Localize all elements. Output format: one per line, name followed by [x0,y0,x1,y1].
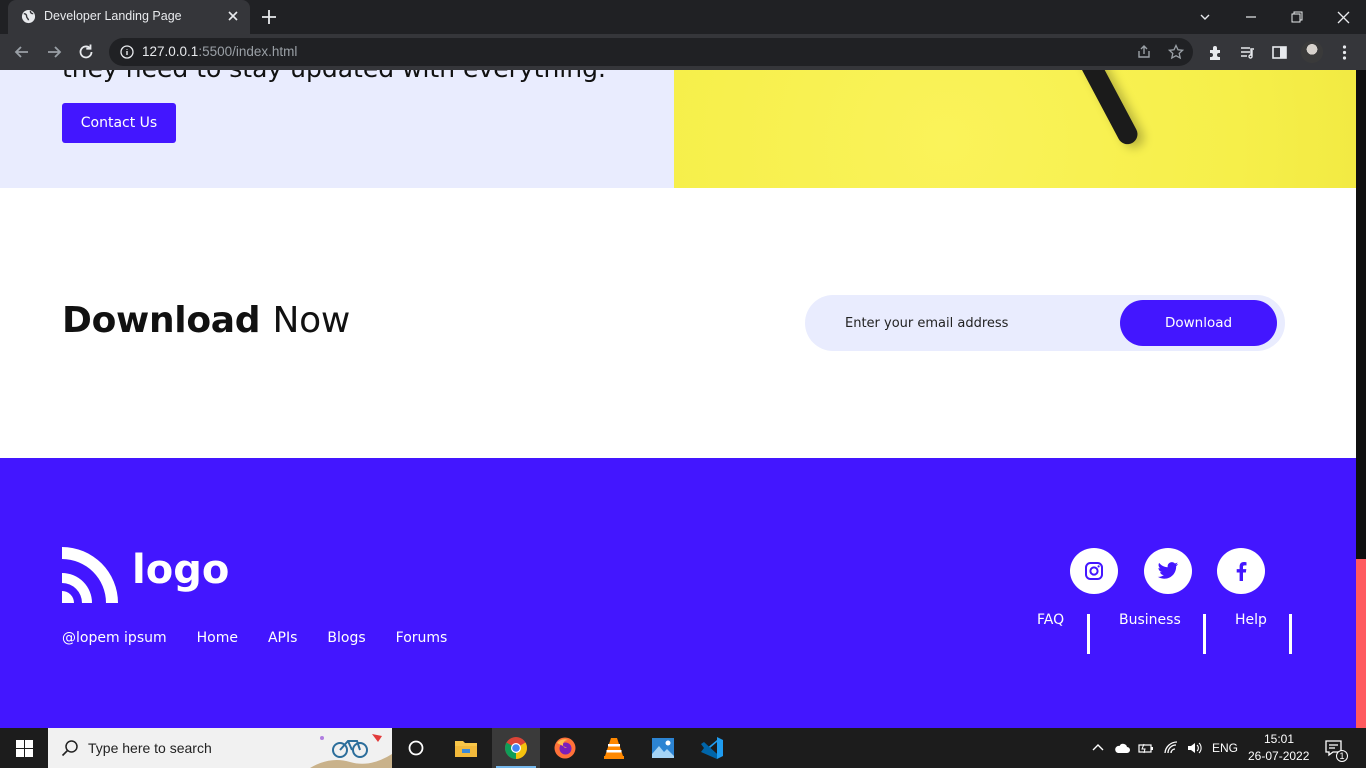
side-panel-icon[interactable] [1271,44,1288,61]
bookmark-star-icon[interactable] [1168,44,1184,60]
clock-date[interactable]: 26-07-2022 [1248,749,1309,763]
browser-tabstrip: Developer Landing Page [0,0,1366,34]
close-window-icon[interactable] [1320,0,1366,34]
battery-icon[interactable] [1138,740,1154,756]
download-section: Download Now Download [0,188,1356,458]
browser-toolbar: 127.0.0.1:5500/index.html [0,34,1366,70]
search-highlight-illustration [310,734,392,768]
search-placeholder: Type here to search [88,740,212,756]
twitter-icon [1157,562,1179,579]
help-divider [1289,614,1292,654]
extensions-icon[interactable] [1207,44,1224,61]
twitter-button[interactable] [1144,548,1192,594]
help-divider [1087,614,1090,654]
footer-link-forums[interactable]: Forums [396,630,448,646]
facebook-icon [1236,562,1247,581]
folder-icon [455,741,477,757]
start-button[interactable] [0,728,48,768]
contact-us-button[interactable]: Contact Us [62,103,176,143]
reload-icon[interactable] [76,42,96,62]
page-viewport: they need to stay updated with everythin… [0,70,1356,728]
vscode-icon [701,737,723,759]
download-title: Download Now [62,300,350,341]
search-icon [61,740,78,757]
address-bar[interactable]: 127.0.0.1:5500/index.html [109,38,1193,66]
file-explorer-taskbar[interactable] [442,728,490,768]
help-divider [1203,614,1206,654]
chrome-menu-icon[interactable] [1336,44,1353,61]
footer-nav: @lopem ipsum Home APIs Blogs Forums [62,630,447,646]
email-input[interactable] [845,312,1105,334]
logo-text: logo [132,547,230,593]
hero-text-panel: they need to stay updated with everythin… [0,70,674,188]
page-scrollbar[interactable] [1356,70,1366,728]
minimize-icon[interactable] [1228,0,1274,34]
pen-image [1067,70,1141,148]
volume-icon[interactable] [1186,740,1202,756]
chrome-taskbar[interactable] [492,728,540,768]
vlc-taskbar[interactable] [590,728,638,768]
onedrive-icon[interactable] [1114,740,1130,756]
download-button[interactable]: Download [1120,300,1277,346]
help-link[interactable]: Help [1235,612,1267,652]
vlc-icon [604,738,624,759]
clock-time[interactable]: 15:01 [1264,732,1294,746]
photos-icon [652,738,674,758]
download-form: Download [805,295,1285,351]
close-tab-icon[interactable] [226,9,240,23]
task-view-button[interactable] [392,728,440,768]
notification-badge: 1 [1336,750,1348,762]
globe-icon [21,9,36,24]
facebook-button[interactable] [1217,548,1265,594]
chrome-icon [505,737,527,759]
url-text: 127.0.0.1:5500/index.html [142,44,298,59]
photos-taskbar[interactable] [639,728,687,768]
firefox-icon [554,737,576,759]
hero-description: they need to stay updated with everythin… [62,70,606,83]
media-control-icon[interactable] [1239,44,1256,61]
windows-taskbar: Type here to search ENG 15:01 26-07-2022… [0,728,1366,768]
tab-search-icon[interactable] [1182,0,1228,34]
logo-mark-icon [62,547,118,603]
browser-tab[interactable]: Developer Landing Page [8,0,250,34]
language-indicator[interactable]: ENG [1212,741,1238,755]
footer-link-lopem[interactable]: @lopem ipsum [62,630,167,646]
site-footer: logo @lopem ipsum Home APIs Blogs Forums [0,458,1356,728]
hero-section: they need to stay updated with everythin… [0,70,1356,188]
restore-icon[interactable] [1274,0,1320,34]
footer-link-home[interactable]: Home [197,630,238,646]
business-link[interactable]: Business [1119,612,1181,652]
tab-title: Developer Landing Page [44,9,182,23]
instagram-icon [1085,562,1103,580]
footer-logo[interactable]: logo [62,547,229,603]
forward-icon[interactable] [44,42,64,62]
footer-link-blogs[interactable]: Blogs [327,630,365,646]
firefox-taskbar[interactable] [541,728,589,768]
taskbar-search-box[interactable]: Type here to search [48,728,392,768]
instagram-button[interactable] [1070,548,1118,594]
scrollbar-thumb[interactable] [1356,559,1366,728]
site-info-icon[interactable] [120,45,134,59]
footer-link-apis[interactable]: APIs [268,630,297,646]
hero-image [674,70,1356,188]
windows-logo-icon [15,739,33,757]
vscode-taskbar[interactable] [688,728,736,768]
wifi-icon[interactable] [1163,740,1179,756]
back-icon[interactable] [12,42,32,62]
faq-link[interactable]: FAQ [1037,612,1064,652]
show-hidden-icons-icon[interactable] [1090,740,1106,756]
profile-avatar[interactable] [1301,41,1323,63]
share-icon[interactable] [1136,44,1152,60]
new-tab-icon[interactable] [259,7,279,27]
cortana-icon [408,740,424,756]
